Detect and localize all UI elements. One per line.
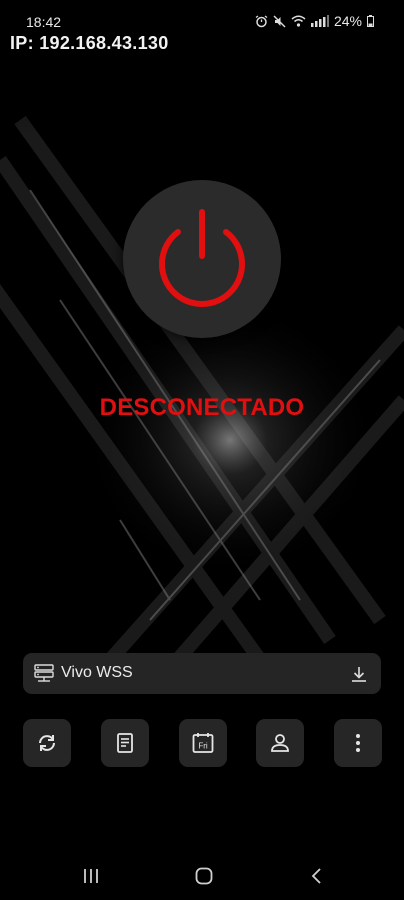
- refresh-button[interactable]: [23, 719, 71, 767]
- ip-address: IP: 192.168.43.130: [10, 33, 169, 53]
- back-icon: [311, 868, 321, 884]
- battery-percent: 24%: [333, 13, 362, 29]
- refresh-icon: [39, 735, 55, 751]
- home-icon: [195, 867, 213, 885]
- recent-apps-icon: [84, 869, 98, 883]
- home-button[interactable]: [184, 863, 224, 889]
- navigation-bar: [0, 855, 404, 900]
- calendar-day-label: Fri: [198, 742, 208, 751]
- battery-icon: [367, 15, 374, 27]
- download-icon[interactable]: [350, 665, 368, 688]
- user-icon: [271, 734, 289, 752]
- server-icon: [34, 664, 54, 687]
- alarm-icon: [255, 14, 268, 28]
- document-icon: [117, 733, 133, 753]
- server-selector[interactable]: Vivo WSS: [23, 653, 381, 694]
- status-bar: 18:42 24%: [0, 0, 404, 34]
- calendar-icon: Fri: [192, 733, 214, 753]
- status-time: 18:42: [26, 14, 62, 30]
- signal-icon: [310, 15, 329, 27]
- recent-apps-button[interactable]: [71, 863, 111, 889]
- power-icon: [159, 209, 245, 307]
- wifi-icon: [291, 15, 306, 27]
- server-name: Vivo WSS: [61, 664, 133, 681]
- more-button[interactable]: [334, 719, 382, 767]
- status-icons: 24%: [255, 13, 374, 29]
- back-button[interactable]: [297, 863, 337, 889]
- power-button[interactable]: [123, 180, 281, 338]
- more-vertical-icon: [356, 734, 360, 752]
- connection-status: DESCONECTADO: [99, 394, 305, 421]
- profile-button[interactable]: [256, 719, 304, 767]
- calendar-button[interactable]: Fri: [179, 719, 227, 767]
- logs-button[interactable]: [101, 719, 149, 767]
- mute-icon: [273, 15, 286, 28]
